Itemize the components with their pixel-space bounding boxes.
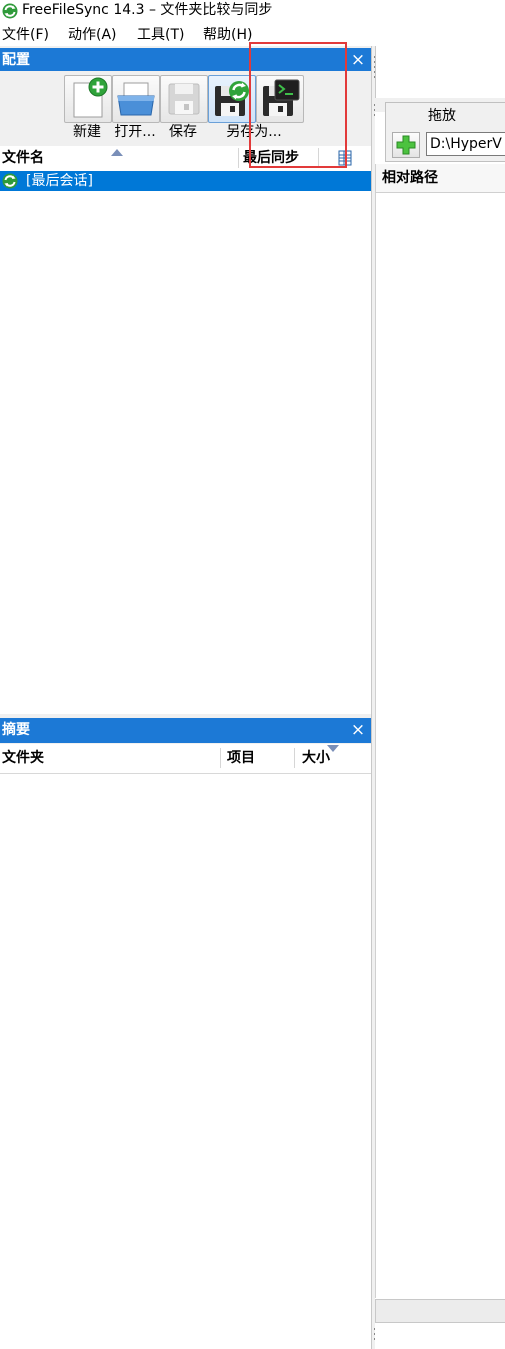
config-panel-close-button[interactable]: × (349, 48, 367, 73)
save-disk-icon (168, 83, 200, 115)
column-separator[interactable] (220, 748, 221, 768)
relative-path-column-header[interactable]: 相对路径 (382, 164, 438, 192)
list-item[interactable]: [最后会话] (0, 171, 371, 191)
drag-drop-label: 拖放 (428, 108, 456, 124)
menu-help[interactable]: 帮助(H) (203, 24, 252, 46)
summary-list (0, 774, 371, 1349)
folder-pair-panel: 拖放 (385, 102, 505, 162)
save-config-button[interactable] (160, 75, 208, 123)
horizontal-scrollbar[interactable] (375, 1299, 505, 1323)
column-separator[interactable] (294, 748, 295, 768)
open-config-label: 打开... (114, 124, 156, 140)
column-separator[interactable] (238, 148, 239, 168)
summary-list-header: 文件夹 项目 大小 (0, 744, 371, 774)
sort-ascending-icon (111, 149, 123, 156)
title-bar: FreeFileSync 14.3 – 文件夹比较与同步 (0, 0, 505, 22)
add-folder-pair-button[interactable] (392, 132, 420, 158)
summary-panel-close-button[interactable]: × (349, 718, 367, 743)
folder-path-input[interactable] (426, 132, 505, 156)
size-column-header[interactable]: 大小 (302, 744, 330, 772)
config-list: [最后会话] (0, 170, 371, 714)
highlight-box (249, 42, 347, 168)
items-column-header[interactable]: 项目 (227, 744, 255, 772)
window-title: FreeFileSync 14.3 – 文件夹比较与同步 (22, 2, 273, 18)
sort-descending-icon (327, 745, 339, 752)
new-config-button[interactable] (64, 75, 112, 123)
open-config-button[interactable] (112, 75, 160, 123)
compare-toolbar-area (375, 46, 505, 98)
left-pane: 配置 × 新建 打开... 保存 另存为... 文件名 最后同步 [最后会话] … (0, 46, 371, 1349)
sync-config-icon (2, 173, 18, 189)
menu-tools[interactable]: 工具(T) (137, 24, 184, 46)
main-area: 拖放 相对路径 (375, 46, 505, 1349)
config-panel-title: 配置 (2, 52, 30, 68)
file-grid[interactable] (375, 193, 505, 1298)
summary-panel-title: 摘要 (2, 722, 30, 738)
menu-actions[interactable]: 动作(A) (68, 24, 117, 46)
new-document-icon (73, 77, 108, 118)
freefilesync-app-icon (2, 3, 18, 19)
summary-panel-header[interactable]: 摘要 × (0, 718, 371, 743)
folder-column-header[interactable]: 文件夹 (2, 744, 44, 772)
list-item-label: [最后会话] (26, 173, 93, 189)
save-config-label: 保存 (169, 124, 197, 140)
file-grid-header: 相对路径 (375, 164, 505, 193)
plus-icon (396, 135, 416, 155)
new-config-label: 新建 (73, 124, 101, 140)
menu-file[interactable]: 文件(F) (2, 24, 49, 46)
filename-column-header[interactable]: 文件名 (2, 146, 44, 170)
open-folder-icon (117, 82, 155, 116)
